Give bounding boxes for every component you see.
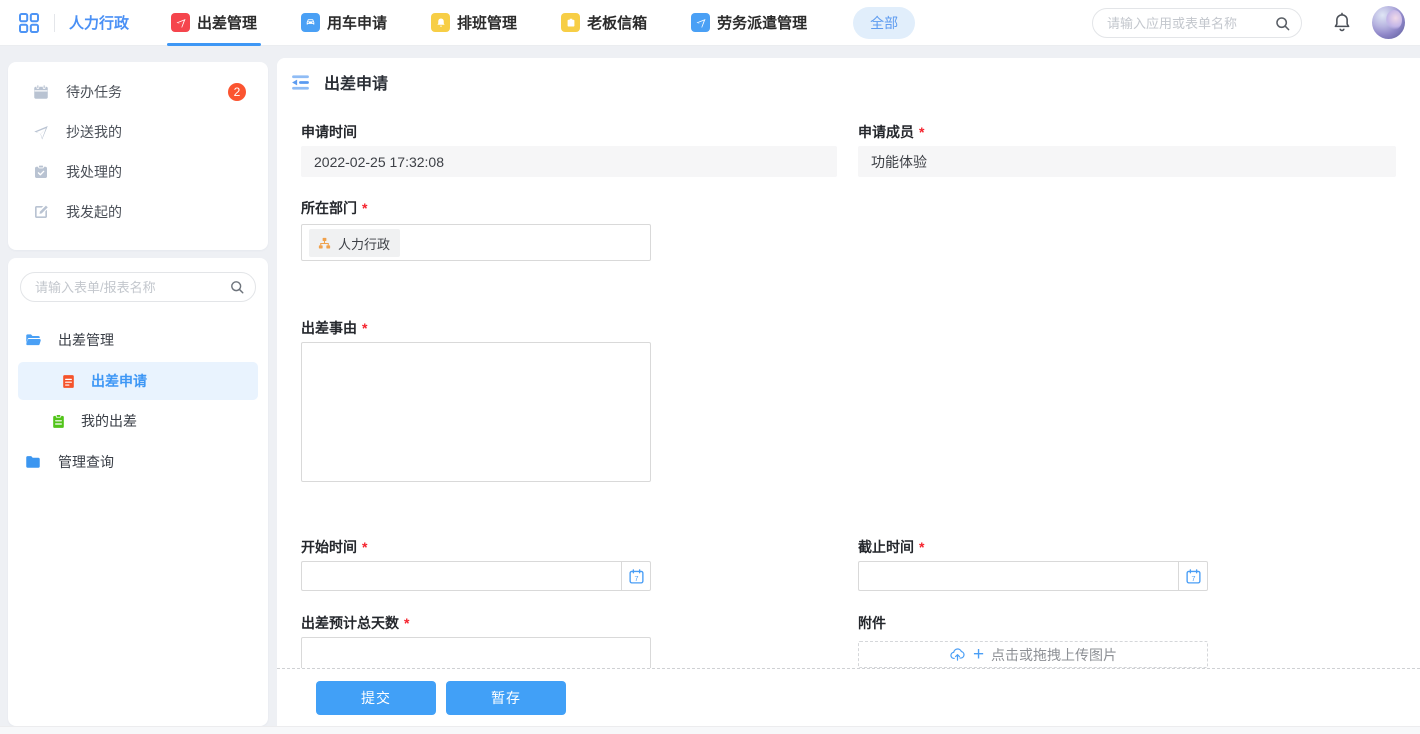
car-icon (301, 13, 321, 32)
top-navbar: 人力行政 出差管理 用车申请 排班管理 老板信箱 劳务派遣管理 全部 请输入应用… (0, 0, 1420, 46)
tree-item-my-business-trips[interactable]: 我的出差 (8, 402, 268, 440)
tab-label: 老板信箱 (587, 15, 648, 32)
start-time-input[interactable] (301, 561, 621, 591)
workspace-name[interactable]: 人力行政 (69, 12, 129, 33)
tree-folder-label: 管理查询 (58, 454, 114, 470)
notification-bell-button[interactable] (1331, 11, 1355, 35)
reason-textarea[interactable] (301, 342, 651, 482)
department-select[interactable]: 人力行政 (301, 224, 651, 261)
form-header: 出差申请 (277, 58, 1420, 106)
svg-text:7: 7 (1191, 573, 1195, 582)
end-time-calendar-button[interactable]: 7 (1178, 561, 1208, 591)
sidebar-tasks-card: 待办任务 2 抄送我的 我处理的 我发起的 (8, 62, 268, 250)
end-time-input[interactable] (858, 561, 1178, 591)
sidebar-item-cc-to-me[interactable]: 抄送我的 (8, 112, 268, 152)
upload-hint-text: 点击或拖拽上传图片 (991, 646, 1118, 663)
document-icon (63, 374, 74, 388)
apply-time-value: 2022-02-25 17:32:08 (301, 146, 837, 177)
apply-member-value: 功能体验 (858, 146, 1396, 177)
tab-label: 排班管理 (457, 15, 518, 32)
tree-item-label: 我的出差 (81, 413, 137, 429)
sidebar-item-label: 我发起的 (66, 204, 122, 220)
global-search-input[interactable] (1107, 15, 1274, 31)
search-icon[interactable] (1274, 15, 1291, 32)
submit-button[interactable]: 提交 (316, 680, 436, 715)
start-time-label: 开始时间 * (301, 539, 368, 555)
search-icon[interactable] (229, 279, 245, 295)
apps-grid-button[interactable] (16, 10, 42, 36)
global-search (1092, 8, 1302, 38)
start-time-picker: 7 (301, 561, 651, 591)
reason-label: 出差事由 * (301, 320, 368, 336)
tab-label: 劳务派遣管理 (717, 15, 808, 32)
apply-time-label: 申请时间 (301, 124, 357, 140)
clipboard-icon (53, 413, 64, 428)
app-root: 人力行政 出差管理 用车申请 排班管理 老板信箱 劳务派遣管理 全部 请输入应用… (0, 0, 1420, 734)
todo-count-badge: 2 (228, 83, 246, 101)
tab-business-trip-mgmt[interactable]: 出差管理 (167, 0, 262, 46)
page-bottom-strip (0, 726, 1420, 734)
start-time-calendar-button[interactable]: 7 (621, 561, 651, 591)
total-days-label: 出差预计总天数 * (301, 615, 410, 631)
form-footer: 提交 暂存 (277, 668, 1420, 726)
user-avatar[interactable] (1372, 6, 1405, 39)
sidebar-item-label: 抄送我的 (66, 124, 122, 140)
calendar-icon (34, 84, 48, 99)
tab-boss-mailbox[interactable]: 老板信箱 (561, 0, 647, 46)
topbar-divider (54, 13, 55, 32)
save-draft-button[interactable]: 暂存 (446, 680, 566, 715)
bell-icon (1334, 12, 1350, 32)
tree-folder-business-trip-mgmt[interactable]: 出差管理 (8, 320, 268, 360)
bell-icon (431, 13, 451, 32)
department-tag[interactable]: 人力行政 (309, 229, 401, 257)
form-search-input[interactable] (35, 279, 229, 295)
sidebar-item-label: 待办任务 (66, 84, 122, 100)
form-search (20, 272, 256, 302)
total-days-input[interactable] (301, 637, 651, 668)
tab-shift-mgmt[interactable]: 排班管理 (431, 0, 517, 46)
tree-folder-label: 出差管理 (58, 332, 114, 348)
sidebar-item-label: 我处理的 (66, 164, 122, 180)
attachment-upload-area[interactable]: + 点击或拖拽上传图片 (858, 641, 1208, 668)
folder-open-icon (26, 334, 41, 346)
calendar-icon: 7 (1185, 568, 1201, 584)
tree-item-business-trip-request[interactable]: 出差申请 (18, 362, 258, 400)
sidebar-item-handled-by-me[interactable]: 我处理的 (8, 152, 268, 192)
send-icon (34, 126, 48, 140)
form-tree: 出差管理 出差申请 我的出差 管理查询 (8, 320, 268, 482)
menu-fold-icon (292, 74, 309, 90)
tree-folder-admin-query[interactable]: 管理查询 (8, 442, 268, 482)
tree-item-label: 出差申请 (91, 373, 147, 389)
clipboard-check-icon (35, 164, 47, 178)
org-chart-icon (318, 237, 331, 248)
calendar-icon: 7 (628, 568, 644, 584)
main-content: 出差申请 申请时间 2022-02-25 17:32:08 申请成员 * 功能体验… (277, 58, 1420, 726)
tab-label: 出差管理 (197, 15, 258, 32)
end-time-picker: 7 (858, 561, 1208, 591)
end-time-label: 截止时间 * (858, 539, 925, 555)
svg-text:7: 7 (634, 573, 638, 582)
tab-label: 用车申请 (327, 15, 388, 32)
sidebar-forms-card: 出差管理 出差申请 我的出差 (8, 258, 268, 726)
sidebar-item-todo-tasks[interactable]: 待办任务 2 (8, 72, 268, 112)
sidebar-item-initiated-by-me[interactable]: 我发起的 (8, 192, 268, 232)
department-label: 所在部门 * (301, 200, 368, 216)
attachment-label: 附件 (858, 615, 886, 631)
apply-member-label: 申请成员 * (858, 124, 925, 140)
tab-vehicle-request[interactable]: 用车申请 (301, 0, 387, 46)
apps-grid-icon (19, 12, 39, 33)
compose-icon (35, 205, 48, 218)
paper-plane-icon (691, 13, 711, 32)
plus-icon: + (972, 644, 985, 665)
tab-labor-dispatch-mgmt[interactable]: 劳务派遣管理 (691, 0, 807, 46)
folder-icon (26, 456, 40, 468)
department-tag-label: 人力行政 (338, 236, 391, 252)
cloud-upload-icon (950, 648, 965, 661)
collapse-sidebar-button[interactable] (290, 71, 312, 93)
all-apps-pill[interactable]: 全部 (853, 6, 916, 39)
paper-plane-icon (171, 13, 191, 32)
mailbox-icon (561, 13, 581, 32)
page-title: 出差申请 (324, 76, 389, 93)
